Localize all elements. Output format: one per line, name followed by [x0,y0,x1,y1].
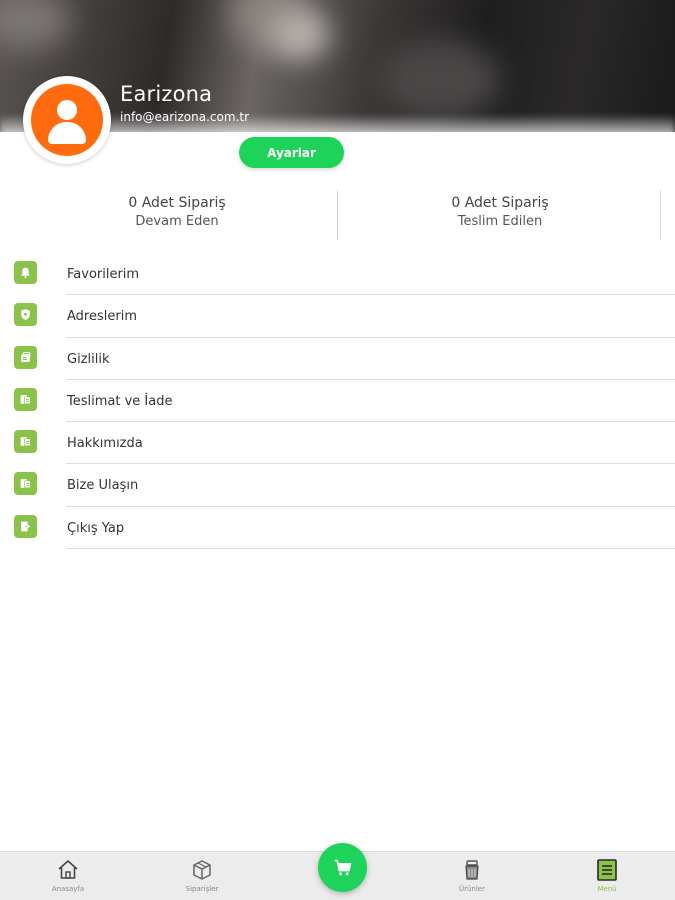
stat-label: Teslim Edilen [457,214,543,229]
menu-item-favorites[interactable]: Favorilerim [0,253,675,296]
document-icon [14,472,37,496]
settings-button[interactable]: Ayarlar [239,137,344,168]
menu-item-label: Çıkış Yap [67,520,125,536]
nav-label: Ürünler [458,885,485,893]
stat-count: 0 Adet Sipariş [451,195,549,211]
menu-item-privacy[interactable]: Gizlilik [0,338,675,380]
menu-item-label: Adreslerim [67,309,137,325]
stat-divider [660,190,661,240]
logout-icon [14,514,37,538]
nav-label: Siparişler [185,885,219,893]
bell-icon [14,261,37,284]
menu-item-about[interactable]: Hakkımızda [0,422,675,465]
menu-item-label: Teslimat ve İade [67,393,173,409]
user-email: info@earizona.com.tr [120,110,250,124]
order-stats: 0 Adet Sipariş Devam Eden 0 Adet Sipariş… [0,190,675,240]
divider [66,548,675,550]
menu-item-label: Bize Ulaşın [67,478,139,494]
nav-item-menu[interactable]: Menü [567,858,647,893]
menu-item-logout[interactable]: Çıkış Yap [0,507,675,550]
document-icon [14,430,37,454]
menu-item-label: Gizlilik [67,351,110,367]
user-name: Earizona [120,82,213,106]
nav-label: Menü [597,885,617,893]
menu-icon [597,859,617,881]
menu-item-contact[interactable]: Bize Ulaşın [0,464,675,507]
menu-item-label: Hakkımızda [67,436,143,452]
document-icon [14,387,37,411]
stat-label: Devam Eden [135,214,219,229]
box-icon [193,860,211,880]
cart-icon [334,859,351,875]
stat-count: 0 Adet Sipariş [128,195,226,211]
menu-item-addresses[interactable]: Adreslerim [0,295,675,338]
avatar[interactable] [23,76,111,164]
menu-item-delivery-returns[interactable]: Teslimat ve İade [0,380,675,423]
home-icon [58,860,78,879]
nav-item-products[interactable]: Ürünler [432,858,512,893]
products-icon [465,860,479,880]
shield-icon [14,303,37,327]
nav-label: Anasayfa [51,885,85,893]
stat-delivered-orders[interactable]: 0 Adet Sipariş Teslim Edilen [335,190,665,240]
nav-item-orders[interactable]: Siparişler [162,858,242,893]
nav-item-home[interactable]: Anasayfa [28,858,108,893]
user-avatar-icon [31,84,103,156]
menu-item-label: Favorilerim [67,267,140,282]
profile-menu: Favorilerim Adreslerim Gizlilik Teslimat… [0,253,675,550]
cart-button[interactable] [318,843,367,892]
privacy-icon [14,345,37,369]
stat-ongoing-orders[interactable]: 0 Adet Sipariş Devam Eden [12,190,342,240]
